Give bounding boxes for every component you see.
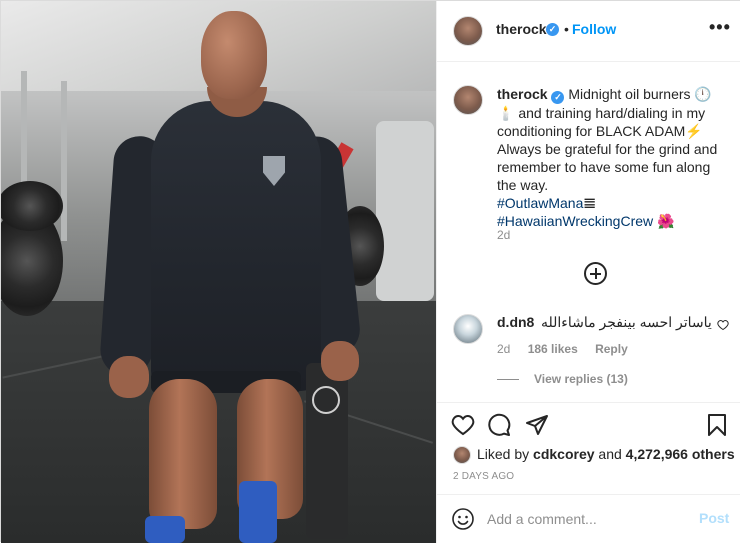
add-comment-bar: Post — [437, 494, 740, 543]
plus-circle-icon[interactable] — [584, 262, 607, 285]
squat-rack — [61, 81, 67, 241]
comment-bubble-icon[interactable] — [487, 413, 513, 439]
liked-prefix: Liked by — [477, 446, 530, 462]
post-header: therock ✓ • Follow ••• — [437, 1, 740, 62]
posted-ago[interactable]: 2 DAYS AGO — [453, 471, 514, 482]
more-options-icon[interactable]: ••• — [709, 17, 731, 38]
caption-text: Midnight oil burners 🕛🕯️ and training ha… — [497, 86, 718, 193]
view-replies-line — [497, 379, 519, 380]
comment-username[interactable]: d.dn8 — [497, 314, 534, 330]
share-paper-plane-icon[interactable] — [525, 413, 551, 439]
header-username[interactable]: therock — [496, 21, 547, 37]
post-actions: Liked by cdkcorey and 4,272,966 others 2… — [437, 402, 740, 542]
liked-user[interactable]: cdkcorey — [533, 446, 594, 462]
liked-by-text: Liked by cdkcorey and 4,272,966 others — [477, 446, 735, 462]
view-replies-button[interactable]: View replies (13) — [534, 372, 628, 386]
follow-button[interactable]: Follow — [572, 21, 616, 37]
comment-meta: 2d 186 likes Reply — [497, 342, 642, 356]
likes-count[interactable]: 4,272,966 others — [626, 446, 735, 462]
bookmark-save-icon[interactable] — [705, 413, 731, 439]
left-sock — [145, 516, 185, 543]
caption-time[interactable]: 2d — [497, 228, 510, 242]
liked-by-avatar[interactable] — [453, 446, 471, 464]
left-leg — [149, 379, 217, 529]
hashtag-hawaiianwreckingcrew[interactable]: #HawaiianWreckingCrew — [497, 213, 653, 229]
post-comment-button[interactable]: Post — [699, 510, 729, 526]
head — [201, 11, 267, 99]
separator-dot: • — [564, 21, 569, 37]
caption-avatar[interactable] — [453, 85, 483, 115]
torso-shirt — [151, 101, 321, 391]
comment-input[interactable] — [487, 507, 687, 531]
hibiscus-emoji: 🌺 — [657, 213, 675, 229]
comment-text: ياساتر احسه بينفجر ماشاءالله — [541, 314, 712, 330]
post-photo[interactable] — [1, 1, 436, 543]
comment-like-heart-icon[interactable] — [717, 319, 729, 334]
post-frame: therock ✓ • Follow ••• therock ✓ Midnigh… — [0, 0, 740, 543]
belt-logo — [312, 386, 340, 414]
left-hand — [109, 356, 149, 398]
hashtag-outlawmana[interactable]: #OutlawMana — [497, 195, 583, 211]
gym-machine — [376, 121, 434, 301]
emoji-smiley-icon[interactable] — [451, 507, 475, 534]
like-heart-icon[interactable] — [451, 413, 477, 439]
comment-avatar[interactable] — [453, 314, 483, 344]
right-hand — [321, 341, 359, 381]
caption-username[interactable]: therock — [497, 86, 548, 102]
avatar[interactable] — [453, 16, 483, 46]
reply-button[interactable]: Reply — [595, 342, 628, 356]
caption: therock ✓ Midnight oil burners 🕛🕯️ and t… — [497, 85, 727, 230]
hashtag-1-emoji: 𝌆 — [583, 195, 596, 211]
verified-badge-icon: ✓ — [551, 91, 565, 104]
right-sock — [239, 481, 277, 543]
verified-badge-icon: ✓ — [546, 23, 559, 36]
comment-time[interactable]: 2d — [497, 342, 510, 356]
post-side-panel: therock ✓ • Follow ••• therock ✓ Midnigh… — [436, 1, 740, 543]
comment-likes[interactable]: 186 likes — [528, 342, 578, 356]
liked-and: and — [598, 446, 622, 462]
